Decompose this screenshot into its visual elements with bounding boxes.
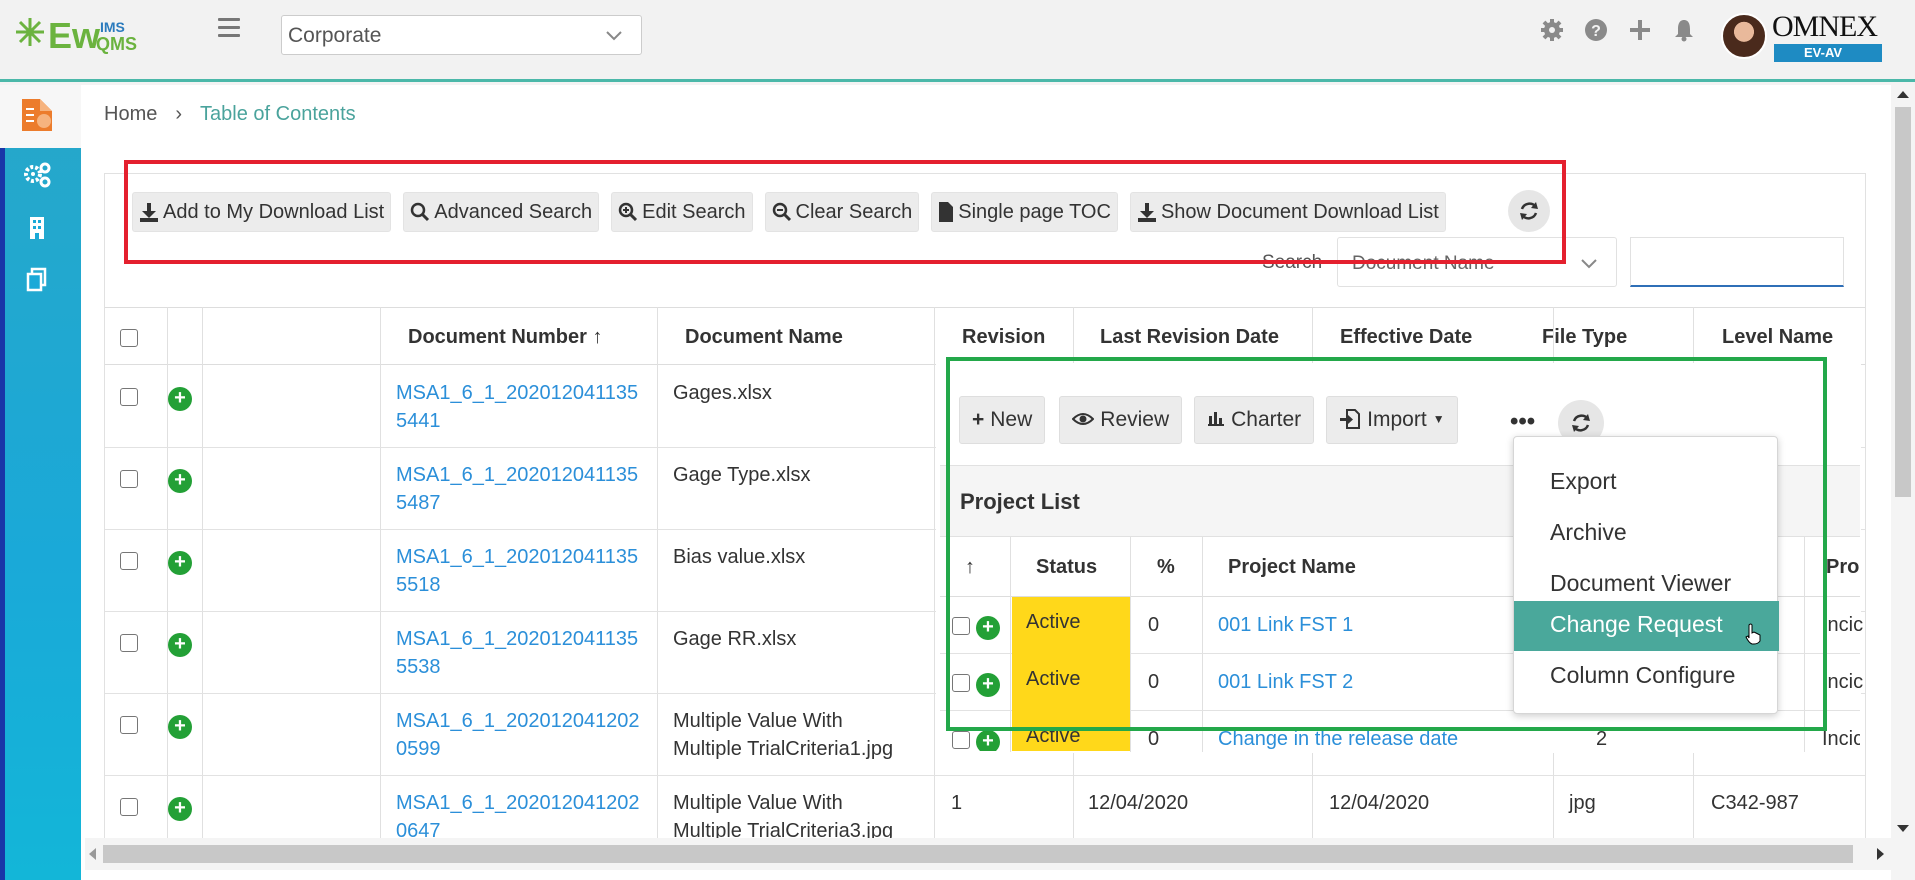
chevron-down-icon (606, 31, 622, 41)
breadcrumb-home[interactable]: Home (104, 103, 157, 126)
svg-text:IMS: IMS (100, 19, 125, 35)
row-add-icon[interactable]: + (168, 715, 192, 739)
document-number-link[interactable]: MSA1_6_1_202012041135 5538 (396, 625, 638, 681)
row-add-icon[interactable]: + (168, 387, 192, 411)
brand-sub: EV-AV (1774, 44, 1882, 62)
scroll-right-icon[interactable] (1877, 848, 1884, 860)
project-extra-value: Incic (1822, 671, 1864, 693)
row-checkbox[interactable] (120, 388, 138, 406)
add-icon[interactable] (1628, 18, 1654, 44)
notification-bell-icon[interactable] (1672, 18, 1698, 44)
svg-text:Ew: Ew (48, 15, 101, 56)
project-extra-value: Incic (1822, 728, 1860, 750)
col-file-type[interactable]: File Type (1542, 326, 1627, 349)
row-checkbox[interactable] (120, 634, 138, 652)
row-add-icon[interactable]: + (168, 469, 192, 493)
document-name: Gage RR.xlsx (673, 628, 797, 650)
col-revision[interactable]: Revision (962, 326, 1045, 349)
revision-value: 1 (951, 792, 963, 814)
omnex-brand-logo: OMNEX EV-AV (1772, 12, 1882, 62)
settings-icon[interactable] (1540, 18, 1566, 44)
row-add-icon[interactable]: + (168, 551, 192, 575)
effective-date-value: 12/04/2020 (1329, 792, 1430, 814)
sidebar-edge (0, 130, 5, 880)
select-all-checkbox[interactable] (120, 329, 138, 347)
row-checkbox[interactable] (120, 798, 138, 816)
col-effective-date[interactable]: Effective Date (1340, 326, 1472, 349)
col-document-number[interactable]: Document Number ↑ (408, 326, 602, 349)
settings-gears-icon[interactable] (22, 160, 52, 190)
row-add-icon[interactable]: + (168, 797, 192, 821)
row-checkbox[interactable] (120, 470, 138, 488)
scroll-up-icon[interactable] (1897, 91, 1909, 98)
top-bar: Ew IMS QMS Corporate ? OMNEX EV-AV (0, 0, 1915, 82)
document-number-link[interactable]: MSA1_6_1_202012041202 0599 (396, 707, 640, 763)
sort-asc-icon: ↑ (592, 326, 603, 348)
file-type-value: jpg (1569, 792, 1596, 814)
row-checkbox[interactable] (120, 716, 138, 734)
breadcrumb-separator-icon: › (175, 103, 183, 125)
col-level-name[interactable]: Level Name (1722, 326, 1833, 349)
level-name-value: C342-987 (1711, 792, 1799, 814)
sidebar-item-documents[interactable] (0, 85, 81, 148)
document-name: Gage Type.xlsx (673, 464, 811, 486)
document-number-link[interactable]: MSA1_6_1_202012041135 5441 (396, 379, 638, 435)
document-name: Bias value.xlsx (673, 546, 806, 568)
document-name: Multiple Value With Multiple TrialCriteri… (673, 792, 894, 842)
copy-icon[interactable] (22, 265, 52, 295)
document-number-link[interactable]: MSA1_6_1_202012041135 5487 (396, 461, 638, 517)
project-extra-value: Incic (1822, 614, 1864, 636)
green-highlight-box (946, 357, 1827, 731)
row-checkbox[interactable] (952, 731, 970, 749)
horizontal-scroll-thumb[interactable] (103, 845, 1853, 863)
svg-text:QMS: QMS (96, 34, 137, 54)
search-input[interactable] (1630, 237, 1844, 287)
document-number-link[interactable]: MSA1_6_1_202012041135 5518 (396, 543, 638, 599)
help-icon[interactable]: ? (1584, 18, 1610, 44)
breadcrumb-current: Table of Contents (200, 103, 356, 125)
col-pro[interactable]: Pro (1826, 556, 1859, 579)
col-last-revision-date[interactable]: Last Revision Date (1100, 326, 1279, 349)
document-number-link[interactable]: MSA1_6_1_202012041202 0647 (396, 789, 640, 845)
organization-select-value: Corporate (288, 24, 382, 47)
vertical-scroll-thumb[interactable] (1895, 107, 1911, 497)
table-row: + MSA1_6_1_202012041202 0647 Multiple Val… (105, 776, 1865, 842)
red-highlight-box (124, 160, 1566, 264)
scroll-left-icon[interactable] (89, 848, 96, 860)
col-document-name[interactable]: Document Name (685, 326, 843, 349)
left-sidebar (0, 85, 81, 880)
document-name: Multiple Value With Multiple TrialCriteri… (673, 710, 894, 760)
row-add-icon[interactable]: + (976, 730, 1000, 751)
organization-select[interactable]: Corporate (281, 15, 642, 55)
scroll-down-icon[interactable] (1897, 825, 1909, 832)
row-add-icon[interactable]: + (168, 633, 192, 657)
breadcrumb: Home › Table of Contents (104, 103, 356, 126)
vertical-scrollbar[interactable] (1891, 85, 1915, 880)
document-name: Gages.xlsx (673, 382, 772, 404)
svg-text:?: ? (1591, 23, 1601, 40)
ewqms-logo[interactable]: Ew IMS QMS (12, 10, 162, 60)
last-revision-date-value: 12/04/2020 (1088, 792, 1189, 814)
brand-name: OMNEX (1772, 10, 1878, 43)
user-avatar[interactable] (1721, 13, 1767, 59)
menu-toggle-icon[interactable] (218, 18, 240, 37)
chevron-down-icon (1581, 259, 1597, 269)
row-checkbox[interactable] (120, 552, 138, 570)
document-icon (22, 99, 52, 131)
building-icon[interactable] (22, 213, 52, 243)
horizontal-scrollbar[interactable] (85, 838, 1891, 870)
